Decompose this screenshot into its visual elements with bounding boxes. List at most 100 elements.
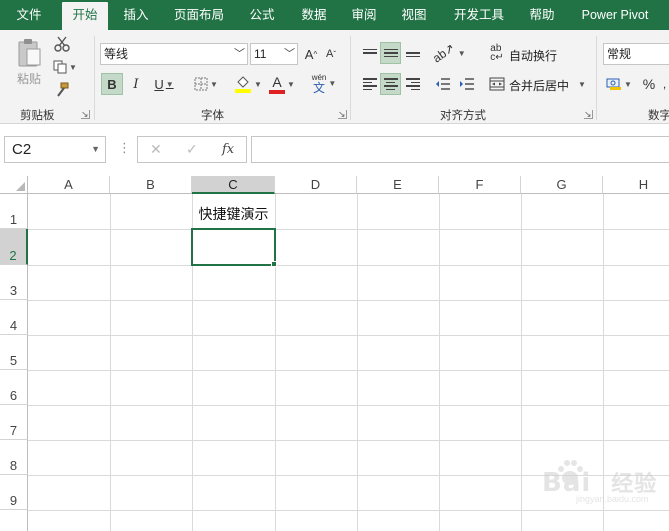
italic-button[interactable]: I bbox=[125, 73, 147, 95]
fill-color-button[interactable]: ▼ bbox=[232, 72, 264, 96]
tab-review[interactable]: 审阅 bbox=[342, 0, 386, 30]
column-header-c[interactable]: C bbox=[192, 176, 275, 194]
tab-formulas[interactable]: 公式 bbox=[240, 0, 284, 30]
chevron-down-icon[interactable]: ▼ bbox=[91, 137, 100, 162]
column-header-g[interactable]: G bbox=[521, 176, 603, 194]
row-header-7[interactable]: 7 bbox=[0, 405, 28, 440]
wrap-text-icon-button[interactable]: ab c↵ bbox=[486, 42, 508, 64]
gridline bbox=[357, 194, 358, 531]
fill-handle[interactable] bbox=[271, 261, 277, 267]
tab-power-pivot[interactable]: Power Pivot bbox=[572, 0, 658, 30]
row-header-2[interactable]: 2 bbox=[0, 229, 28, 265]
cut-button[interactable] bbox=[52, 34, 72, 54]
row-number: 5 bbox=[9, 353, 18, 368]
align-middle-button[interactable] bbox=[380, 42, 401, 64]
align-left-button[interactable] bbox=[359, 73, 380, 95]
column-header-e[interactable]: E bbox=[357, 176, 439, 194]
merge-center-icon-button[interactable] bbox=[486, 73, 508, 95]
ribbon: 粘贴 ▼ 剪贴板 ↘ 等线 ﹀ 11 ﹀ A ^ Aˇ B I U ▼ ▼ ▼ … bbox=[0, 30, 669, 124]
accounting-format-button[interactable]: ▼ bbox=[604, 73, 634, 95]
chevron-down-icon: ▼ bbox=[287, 79, 295, 89]
bold-label: B bbox=[107, 76, 117, 92]
active-cell-c2[interactable] bbox=[191, 228, 276, 266]
wrap-text-button[interactable]: 自动换行 bbox=[509, 47, 557, 64]
more-options-icon[interactable]: ⋮ bbox=[118, 141, 131, 155]
watermark-url: jingyan.baidu.com bbox=[576, 494, 649, 504]
alignment-launcher-icon[interactable]: ↘ bbox=[584, 110, 593, 119]
clipboard-launcher-icon[interactable]: ↘ bbox=[81, 110, 90, 119]
column-header-d[interactable]: D bbox=[275, 176, 357, 194]
tab-file[interactable]: 文件 bbox=[0, 0, 58, 30]
align-right-icon bbox=[405, 76, 420, 92]
row-header-6[interactable]: 6 bbox=[0, 370, 28, 405]
tab-insert[interactable]: 插入 bbox=[114, 0, 158, 30]
group-divider bbox=[596, 36, 597, 120]
gridline bbox=[28, 300, 669, 301]
merge-cells-icon bbox=[489, 77, 505, 91]
chevron-down-icon[interactable]: ﹀ bbox=[284, 44, 295, 64]
align-bottom-icon bbox=[405, 47, 420, 60]
row-header-5[interactable]: 5 bbox=[0, 335, 28, 370]
align-center-icon bbox=[383, 76, 398, 92]
chevron-down-icon[interactable]: ▼ bbox=[578, 80, 586, 89]
column-header-b[interactable]: B bbox=[110, 176, 192, 194]
tab-data[interactable]: 数据 bbox=[292, 0, 336, 30]
font-size-value: 11 bbox=[254, 47, 267, 61]
row-header-9[interactable]: 9 bbox=[0, 475, 28, 510]
decrease-indent-button[interactable] bbox=[432, 73, 454, 95]
cancel-icon[interactable]: ✕ bbox=[150, 137, 162, 162]
orientation-button[interactable]: ab↗ ▼ bbox=[430, 40, 466, 66]
phonetic-guide-button[interactable]: wén 文 ▼ bbox=[306, 70, 342, 96]
underline-button[interactable]: U ▼ bbox=[147, 73, 181, 95]
tab-view[interactable]: 视图 bbox=[392, 0, 436, 30]
align-bottom-button[interactable] bbox=[402, 42, 423, 64]
font-color-button[interactable]: A ▼ bbox=[266, 72, 298, 96]
font-color-swatch bbox=[269, 89, 286, 94]
font-group-label: 字体 bbox=[201, 110, 224, 122]
copy-icon bbox=[53, 60, 67, 74]
paste-button[interactable]: 粘贴 bbox=[12, 36, 46, 88]
tab-developer[interactable]: 开发工具 bbox=[446, 0, 512, 30]
font-launcher-icon[interactable]: ↘ bbox=[338, 110, 347, 119]
align-center-button[interactable] bbox=[380, 73, 401, 95]
format-painter-button[interactable] bbox=[52, 80, 72, 100]
formula-bar: C2 ▼ ⋮ ✕ ✓ fx bbox=[0, 124, 669, 176]
row-header-8[interactable]: 8 bbox=[0, 440, 28, 475]
align-top-icon bbox=[362, 47, 377, 60]
tab-help[interactable]: 帮助 bbox=[520, 0, 564, 30]
font-name-combo[interactable]: 等线 ﹀ bbox=[100, 43, 248, 65]
decrease-font-size-button[interactable]: Aˇ bbox=[322, 44, 340, 64]
text-orientation-icon: ab↗ bbox=[430, 40, 458, 66]
increase-indent-button[interactable] bbox=[456, 73, 478, 95]
tab-home[interactable]: 开始 bbox=[62, 2, 108, 30]
select-all-button[interactable] bbox=[0, 176, 28, 194]
column-header-h[interactable]: H bbox=[603, 176, 669, 194]
name-box[interactable]: C2 ▼ bbox=[4, 136, 106, 163]
row-header-4[interactable]: 4 bbox=[0, 300, 28, 335]
row-header-10[interactable] bbox=[0, 510, 28, 531]
copy-button[interactable]: ▼ bbox=[52, 58, 78, 76]
row-header-3[interactable]: 3 bbox=[0, 265, 28, 300]
merge-center-button[interactable]: 合并后居中 bbox=[509, 77, 569, 94]
align-top-button[interactable] bbox=[359, 42, 380, 64]
enter-icon[interactable]: ✓ bbox=[186, 137, 198, 162]
column-header-f[interactable]: F bbox=[439, 176, 521, 194]
insert-function-icon[interactable]: fx bbox=[222, 137, 234, 162]
tab-page-layout[interactable]: 页面布局 bbox=[166, 0, 232, 30]
borders-button[interactable]: ▼ bbox=[190, 73, 222, 95]
column-header-a[interactable]: A bbox=[28, 176, 110, 194]
wrap-text-icon: ab c↵ bbox=[490, 43, 504, 63]
comma-style-button[interactable]: , bbox=[660, 73, 669, 95]
formula-input[interactable] bbox=[251, 136, 669, 163]
chevron-down-icon: ▼ bbox=[457, 48, 466, 58]
chevron-down-icon[interactable]: ﹀ bbox=[234, 44, 245, 64]
align-right-button[interactable] bbox=[402, 73, 423, 95]
cell-c1[interactable]: 快捷键演示 bbox=[192, 204, 275, 224]
font-size-combo[interactable]: 11 ﹀ bbox=[250, 43, 298, 65]
gridline bbox=[28, 510, 669, 511]
increase-font-size-button[interactable]: A ^ bbox=[302, 44, 320, 64]
row-header-1[interactable]: 1 bbox=[0, 194, 28, 229]
bold-button[interactable]: B bbox=[101, 73, 123, 95]
percent-style-button[interactable]: % bbox=[638, 73, 660, 95]
number-format-combo[interactable]: 常规 bbox=[603, 43, 669, 65]
